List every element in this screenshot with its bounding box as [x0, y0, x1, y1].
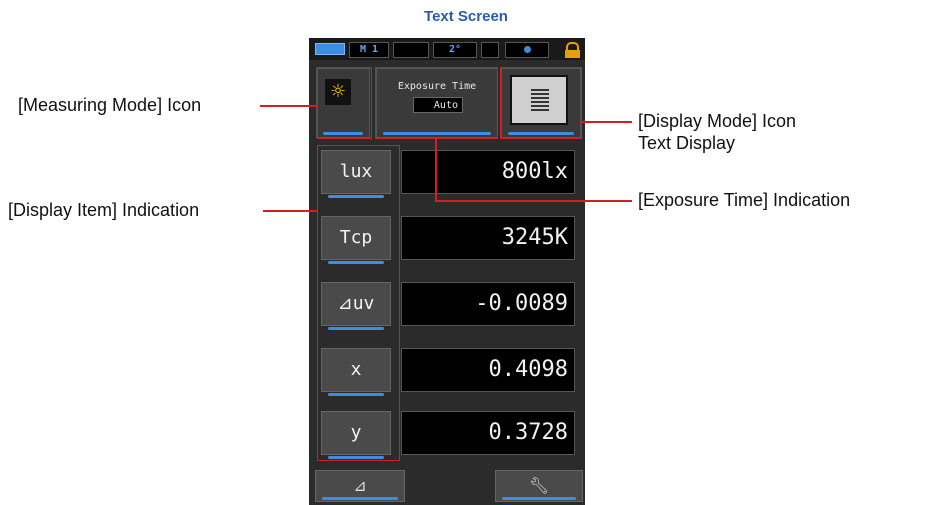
display-item-button-lux[interactable]: lux [321, 150, 391, 198]
annotation-text-display: Text Display [638, 133, 736, 153]
list-item: ⊿uv -0.0089 [309, 276, 585, 336]
lock-icon [565, 42, 580, 58]
status-cell-blank-2 [481, 42, 499, 58]
display-item-button-tcp[interactable]: Tcp [321, 216, 391, 264]
leader-line [435, 200, 632, 202]
list-item: lux 800lx [309, 144, 585, 204]
memory-indicator: M 1 [349, 42, 389, 58]
leader-line [260, 105, 317, 107]
status-bar: M 1 2° [309, 38, 585, 60]
display-mode-button[interactable] [501, 68, 581, 138]
status-cell-blank [393, 42, 429, 58]
list-item: Tcp 3245K [309, 210, 585, 270]
angle-indicator: 2° [433, 42, 477, 58]
page-title: Text Screen [424, 8, 508, 25]
display-item-value: 800lx [401, 150, 575, 194]
device-screen: M 1 2° ☼ Exposure Time Auto lux 800lx Tc… [309, 38, 585, 505]
annotation-exposure-time: [Exposure Time] Indication [638, 190, 851, 210]
measuring-mode-button[interactable]: ☼ [316, 68, 370, 138]
delta-button[interactable]: ⊿ [315, 470, 405, 502]
annotation-display-item: [Display Item] Indication [8, 200, 200, 220]
leader-line [580, 121, 632, 123]
leader-line [263, 210, 317, 212]
display-item-button-y[interactable]: y [321, 411, 391, 459]
annotation-measuring-mode: [Measuring Mode] Icon [18, 95, 202, 115]
settings-button[interactable]: 🔧︎ [495, 470, 583, 502]
list-item: x 0.4098 [309, 342, 585, 402]
display-item-button-x[interactable]: x [321, 348, 391, 396]
display-item-value: -0.0089 [401, 282, 575, 326]
exposure-time-button[interactable]: Exposure Time Auto [376, 68, 498, 138]
sun-icon: ☼ [325, 79, 351, 105]
text-display-icon [510, 75, 568, 125]
leader-line [435, 137, 437, 201]
battery-icon [315, 43, 345, 55]
display-item-value: 0.3728 [401, 411, 575, 455]
display-item-button-duv[interactable]: ⊿uv [321, 282, 391, 330]
exposure-time-label: Exposure Time [397, 81, 477, 92]
display-item-value: 0.4098 [401, 348, 575, 392]
exposure-time-value: Auto [413, 97, 463, 113]
display-item-value: 3245K [401, 216, 575, 260]
wrench-icon: 🔧︎ [528, 476, 550, 495]
level-indicator [505, 42, 549, 58]
list-item: y 0.3728 [309, 405, 585, 465]
annotation-display-mode: [Display Mode] Icon [638, 111, 797, 131]
